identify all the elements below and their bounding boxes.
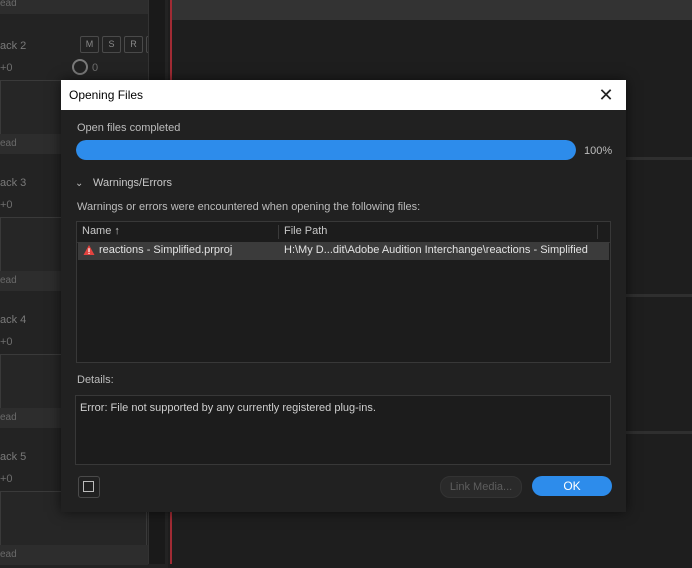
track-name[interactable]: ack 5 bbox=[0, 451, 26, 463]
opening-files-dialog: Opening Files ✕ Open files completed 100… bbox=[61, 80, 626, 512]
timeline-ruler[interactable] bbox=[172, 0, 692, 20]
sort-ascending-icon: ↑ bbox=[114, 225, 120, 237]
square-icon bbox=[83, 481, 94, 492]
dialog-titlebar[interactable]: Opening Files ✕ bbox=[61, 80, 626, 110]
column-divider[interactable] bbox=[597, 225, 598, 239]
copy-icon[interactable] bbox=[78, 476, 100, 498]
file-name-cell: reactions - Simplified.prproj bbox=[99, 244, 233, 256]
column-header-path[interactable]: File Path bbox=[284, 225, 327, 237]
details-text: Error: File not supported by any current… bbox=[80, 402, 376, 414]
pan-knob-icon[interactable] bbox=[72, 59, 88, 75]
warning-icon bbox=[83, 245, 95, 255]
track-strip-top: ead bbox=[0, 0, 168, 17]
details-label: Details: bbox=[77, 374, 114, 386]
link-media-button[interactable]: Link Media... bbox=[440, 476, 522, 498]
pan-value[interactable]: 0 bbox=[92, 62, 98, 74]
table-row[interactable]: reactions - Simplified.prproj H:\My D...… bbox=[78, 242, 609, 260]
volume-value[interactable]: +0 bbox=[0, 199, 13, 211]
automation-read-mode[interactable]: ead bbox=[0, 0, 148, 14]
warnings-errors-toggle[interactable]: ⌄ Warnings/Errors bbox=[75, 177, 172, 189]
progress-fill bbox=[76, 140, 576, 160]
file-path-cell: H:\My D...dit\Adobe Audition Interchange… bbox=[284, 244, 588, 256]
status-label: Open files completed bbox=[77, 122, 181, 134]
mute-button[interactable]: M bbox=[80, 36, 99, 53]
record-button[interactable]: R bbox=[124, 36, 143, 53]
volume-value[interactable]: +0 bbox=[0, 473, 13, 485]
ok-button[interactable]: OK bbox=[532, 476, 612, 496]
progress-bar bbox=[76, 140, 576, 160]
files-table: Name ↑ File Path reactions - Simplified.… bbox=[76, 221, 611, 363]
track-name[interactable]: ack 3 bbox=[0, 177, 26, 189]
column-header-name[interactable]: Name ↑ bbox=[82, 225, 120, 237]
column-label: Name bbox=[82, 225, 112, 237]
dialog-title: Opening Files bbox=[69, 88, 144, 102]
volume-value[interactable]: +0 bbox=[0, 62, 13, 74]
automation-read-mode[interactable]: ead bbox=[0, 545, 148, 565]
solo-button[interactable]: S bbox=[102, 36, 121, 53]
progress-percent: 100% bbox=[584, 145, 613, 157]
chevron-down-icon[interactable]: ⌄ bbox=[75, 178, 85, 189]
table-header: Name ↑ File Path bbox=[77, 222, 610, 243]
warnings-description: Warnings or errors were encountered when… bbox=[77, 201, 421, 213]
volume-value[interactable]: +0 bbox=[0, 336, 13, 348]
close-icon[interactable]: ✕ bbox=[594, 83, 618, 107]
section-title: Warnings/Errors bbox=[93, 177, 173, 189]
track-name[interactable]: ack 4 bbox=[0, 314, 26, 326]
details-box[interactable]: Error: File not supported by any current… bbox=[75, 395, 611, 465]
column-divider[interactable] bbox=[278, 225, 279, 239]
track-name[interactable]: ack 2 bbox=[0, 40, 26, 52]
